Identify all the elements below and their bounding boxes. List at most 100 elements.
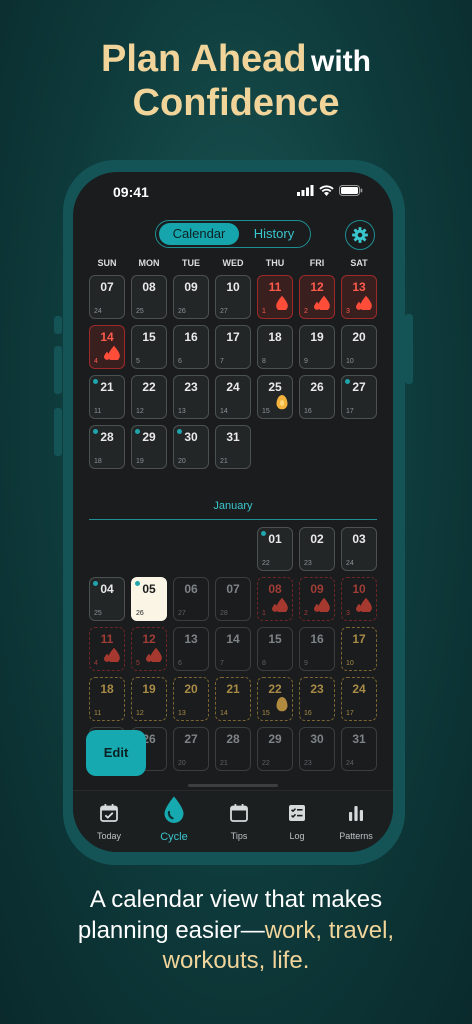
day-cell[interactable]: 01 22 xyxy=(257,527,293,571)
cycle-day: 7 xyxy=(220,358,224,365)
day-cell[interactable]: 17 7 xyxy=(215,325,251,369)
day-cell[interactable]: 26 16 xyxy=(299,375,335,419)
weekday-label: TUE xyxy=(182,258,200,268)
day-cell[interactable]: 06 27 xyxy=(173,577,209,621)
drop-icon xyxy=(164,796,184,823)
day-cell[interactable]: 16 6 xyxy=(173,325,209,369)
day-cell[interactable]: 18 8 xyxy=(257,325,293,369)
day-cell[interactable]: 14 4 xyxy=(89,325,125,369)
day-number: 31 xyxy=(226,430,240,444)
day-cell[interactable]: 09 26 xyxy=(173,275,209,319)
day-cell[interactable]: 28 18 xyxy=(89,425,125,469)
cycle-day: 24 xyxy=(94,308,102,315)
cycle-day: 4 xyxy=(94,358,98,365)
day-cell[interactable]: 15 5 xyxy=(131,325,167,369)
day-cell[interactable]: 31 24 xyxy=(341,727,377,771)
tab-today[interactable]: Today xyxy=(84,803,134,841)
cycle-day: 19 xyxy=(136,458,144,465)
day-cell[interactable]: 11 4 xyxy=(89,627,125,671)
day-cell[interactable]: 05 26 xyxy=(131,577,167,621)
day-cell[interactable]: 04 25 xyxy=(89,577,125,621)
month-divider xyxy=(89,519,377,520)
day-number: 01 xyxy=(268,532,282,546)
cycle-day: 26 xyxy=(136,610,144,617)
cycle-day: 21 xyxy=(220,760,228,767)
day-number: 30 xyxy=(310,732,324,746)
day-cell[interactable]: 12 2 xyxy=(299,275,335,319)
status-time: 09:41 xyxy=(113,184,149,200)
day-cell[interactable]: 10 27 xyxy=(215,275,251,319)
calendar-tab[interactable]: Calendar xyxy=(159,223,239,245)
day-cell[interactable]: 23 16 xyxy=(299,677,335,721)
period-drops-icon xyxy=(104,647,120,664)
day-cell[interactable]: 19 9 xyxy=(299,325,335,369)
cycle-day: 23 xyxy=(304,760,312,767)
day-cell[interactable]: 29 19 xyxy=(131,425,167,469)
day-cell[interactable]: 19 12 xyxy=(131,677,167,721)
day-cell[interactable]: 21 14 xyxy=(215,677,251,721)
caption-highlight-2: workouts, life. xyxy=(162,947,310,975)
day-cell[interactable]: 03 24 xyxy=(341,527,377,571)
day-cell[interactable]: 27 17 xyxy=(341,375,377,419)
day-cell[interactable]: 14 7 xyxy=(215,627,251,671)
cycle-day: 5 xyxy=(136,660,140,667)
day-cell[interactable]: 30 20 xyxy=(173,425,209,469)
day-cell[interactable]: 30 23 xyxy=(299,727,335,771)
day-number: 19 xyxy=(310,330,324,344)
day-number: 23 xyxy=(310,682,324,696)
day-cell[interactable]: 11 1 xyxy=(257,275,293,319)
cycle-day: 2 xyxy=(304,308,308,315)
day-number: 09 xyxy=(184,280,198,294)
cycle-day: 20 xyxy=(178,458,186,465)
day-cell[interactable]: 20 13 xyxy=(173,677,209,721)
day-cell[interactable]: 09 2 xyxy=(299,577,335,621)
day-number: 17 xyxy=(352,632,366,646)
day-cell[interactable]: 08 1 xyxy=(257,577,293,621)
day-cell[interactable]: 07 28 xyxy=(215,577,251,621)
day-cell[interactable]: 28 21 xyxy=(215,727,251,771)
tab-patterns-label: Patterns xyxy=(339,831,373,841)
tab-log[interactable]: Log xyxy=(272,803,322,841)
day-cell[interactable]: 07 24 xyxy=(89,275,125,319)
day-cell[interactable]: 12 5 xyxy=(131,627,167,671)
day-cell[interactable]: 31 21 xyxy=(215,425,251,469)
cycle-day: 14 xyxy=(220,408,228,415)
cycle-day: 16 xyxy=(304,710,312,717)
day-cell[interactable]: 15 8 xyxy=(257,627,293,671)
day-cell[interactable]: 02 23 xyxy=(299,527,335,571)
day-cell[interactable]: 22 12 xyxy=(131,375,167,419)
tab-tips[interactable]: Tips xyxy=(214,803,264,841)
cycle-day: 8 xyxy=(262,660,266,667)
day-cell[interactable]: 16 9 xyxy=(299,627,335,671)
phone-volume-up xyxy=(54,346,62,394)
day-cell[interactable]: 23 13 xyxy=(173,375,209,419)
day-number: 13 xyxy=(184,632,198,646)
tab-patterns[interactable]: Patterns xyxy=(331,803,381,841)
day-cell[interactable]: 10 3 xyxy=(341,577,377,621)
day-cell[interactable]: 29 22 xyxy=(257,727,293,771)
day-cell[interactable]: 08 25 xyxy=(131,275,167,319)
day-cell[interactable]: 27 20 xyxy=(173,727,209,771)
day-cell[interactable]: 24 14 xyxy=(215,375,251,419)
history-tab[interactable]: History xyxy=(242,223,306,245)
day-cell[interactable]: 13 6 xyxy=(173,627,209,671)
cycle-day: 10 xyxy=(346,660,354,667)
edit-button[interactable]: Edit xyxy=(86,730,146,776)
day-cell[interactable]: 25 15 xyxy=(257,375,293,419)
day-cell[interactable]: 13 3 xyxy=(341,275,377,319)
cycle-day: 6 xyxy=(178,358,182,365)
day-cell[interactable]: 18 11 xyxy=(89,677,125,721)
settings-button[interactable] xyxy=(345,220,375,250)
day-number: 21 xyxy=(226,682,240,696)
day-cell[interactable]: 17 10 xyxy=(341,627,377,671)
day-icon xyxy=(275,696,289,717)
day-cell[interactable]: 22 15 xyxy=(257,677,293,721)
day-cell[interactable]: 24 17 xyxy=(341,677,377,721)
phone-mute-switch xyxy=(54,316,62,334)
day-number: 19 xyxy=(142,682,156,696)
day-cell[interactable]: 21 11 xyxy=(89,375,125,419)
day-number: 29 xyxy=(268,732,282,746)
tab-cycle[interactable]: Cycle xyxy=(149,795,199,843)
day-cell[interactable]: 20 10 xyxy=(341,325,377,369)
day-number: 27 xyxy=(352,380,366,394)
